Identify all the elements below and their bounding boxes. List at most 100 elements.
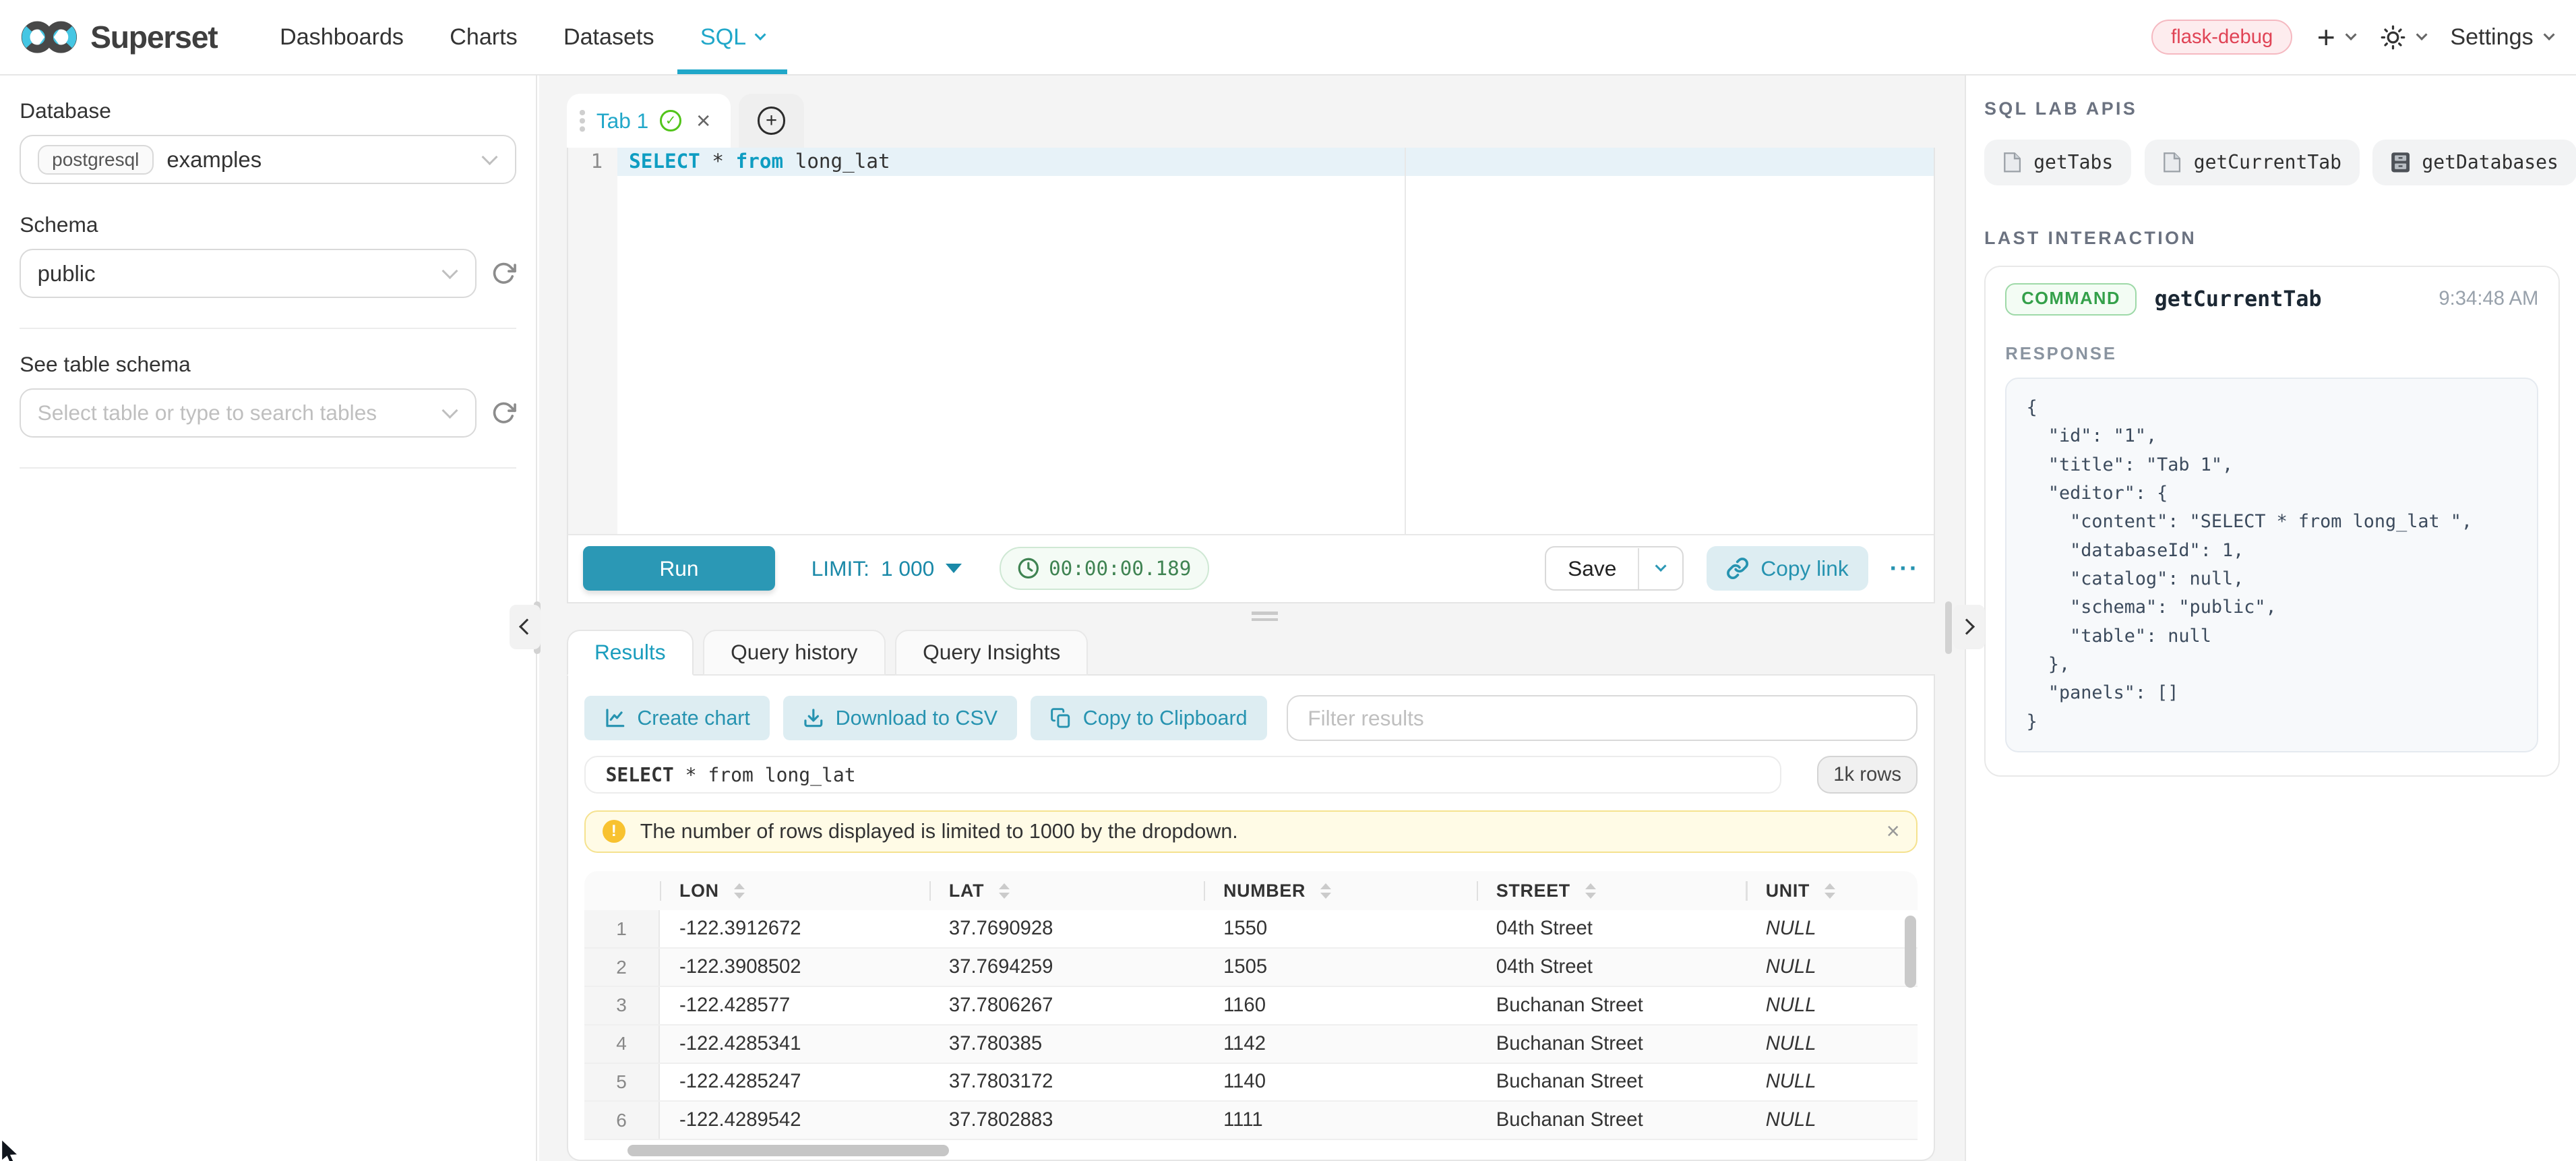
table-row: 1-122.391267237.7690928155004th StreetNU… [584,910,1918,949]
tab-query-history[interactable]: Query history [703,630,885,676]
new-tab-button[interactable]: + [739,94,805,148]
new-item-menu[interactable]: + [2317,22,2355,53]
rightpanel-collapse-button[interactable] [1953,605,1984,649]
tab-query-insights[interactable]: Query Insights [895,630,1088,676]
rightpanel-resize-handle[interactable] [1945,601,1952,654]
horizontal-scrollbar[interactable] [584,1145,1918,1158]
row-number-header [584,871,659,911]
sort-icon[interactable] [999,883,1010,899]
column-header-unit[interactable]: UNIT [1746,871,1918,911]
settings-label: Settings [2450,24,2533,51]
refresh-schemas-icon[interactable] [491,261,516,286]
table-row: 6-122.428954237.78028831111Buchanan Stre… [584,1102,1918,1140]
chevron-right-icon [1959,619,1975,635]
save-split-button[interactable]: Save [1545,546,1683,591]
column-label: STREET [1496,881,1570,901]
column-header-street[interactable]: STREET [1477,871,1746,911]
table-row: 3-122.42857737.78062671160Buchanan Stree… [584,987,1918,1025]
mouse-cursor [0,1139,23,1161]
sidebar-divider [20,467,516,469]
command-timestamp: 9:34:48 AM [2439,288,2538,310]
editor-gutter [568,148,617,534]
table-cell: 37.7694259 [929,949,1204,986]
column-divider [1746,881,1747,901]
sql-text: * [700,150,736,173]
superset-logo[interactable]: Superset [20,18,217,56]
navbar-right: flask-debug + Settings [2151,20,2553,55]
nav-item-dashboards[interactable]: Dashboards [257,0,427,74]
editor-tab-title: Tab 1 [596,109,648,133]
schema-value: public [38,261,96,287]
column-header-lat[interactable]: LAT [929,871,1204,911]
schema-select[interactable]: public [20,249,477,298]
panel-resize-handle[interactable] [1252,612,1278,623]
sql-code-editor[interactable]: 1 SELECT * from long_lat [568,148,1934,534]
more-actions-button[interactable]: ··· [1890,554,1920,583]
editor-print-margin [1405,148,1406,534]
sort-icon[interactable] [734,883,745,899]
nav-item-datasets[interactable]: Datasets [541,0,677,74]
table-select-placeholder: Select table or type to search tables [38,400,377,425]
table-cell: 1160 [1204,987,1477,1024]
api-panel-title: SQL LAB APIS [1984,98,2560,119]
column-header-lon[interactable]: LON [660,871,929,911]
settings-menu[interactable]: Settings [2450,24,2553,51]
table-cell: Buchanan Street [1477,987,1746,1024]
tab-close-icon[interactable]: × [696,107,710,135]
table-schema-label: See table schema [20,352,516,377]
nav-item-charts[interactable]: Charts [427,0,541,74]
last-interaction-card: COMMAND getCurrentTab 9:34:48 AM RESPONS… [1984,266,2560,777]
sql-editor-area: Tab 1 ✓ × + 1 SELECT * from long_lat Run [539,76,1965,1161]
database-select[interactable]: postgresql examples [20,135,516,184]
sort-icon[interactable] [1824,883,1835,899]
sidebar-collapse-button[interactable] [510,605,541,649]
table-cell: 37.7690928 [929,910,1204,947]
get-databases-button[interactable]: getDatabases [2372,140,2576,185]
table-cell: NULL [1746,1102,1918,1139]
column-label: LON [679,881,719,901]
row-limit-warning: ! The number of rows displayed is limite… [584,810,1918,853]
editor-tab[interactable]: Tab 1 ✓ × [567,94,731,148]
table-row: 5-122.428524737.78031721140Buchanan Stre… [584,1064,1918,1102]
theme-menu[interactable] [2380,24,2426,51]
chart-icon [605,707,626,729]
save-options-button[interactable] [1639,564,1682,572]
left-sidebar: Database postgresql examples Schema publ… [0,76,537,1161]
sort-icon[interactable] [1320,883,1331,899]
get-tabs-button[interactable]: getTabs [1984,140,2131,185]
plus-icon: + [2317,22,2335,53]
table-cell: 1142 [1204,1025,1477,1063]
column-header-number[interactable]: NUMBER [1204,871,1477,911]
table-cell: 37.780385 [929,1025,1204,1063]
query-preview: SELECT * from long_lat [584,756,1781,794]
sort-icon[interactable] [1585,883,1596,899]
filter-results-input[interactable] [1287,695,1918,741]
run-query-button[interactable]: Run [583,546,775,591]
get-current-tab-button[interactable]: getCurrentTab [2145,140,2360,185]
copy-link-button[interactable]: Copy link [1707,546,1868,591]
create-chart-button[interactable]: Create chart [584,696,770,740]
sql-keyword: from [736,150,783,173]
table-cell: NULL [1746,949,1918,986]
warning-close-icon[interactable]: × [1887,818,1900,845]
table-row: 2-122.390850237.7694259150504th StreetNU… [584,949,1918,987]
horizontal-scrollbar-thumb[interactable] [627,1145,950,1156]
results-table-body: 1-122.391267237.7690928155004th StreetNU… [584,910,1918,1140]
row-count-badge: 1k rows [1817,756,1918,794]
refresh-tables-icon[interactable] [491,400,516,425]
limit-dropdown[interactable]: LIMIT: 1 000 [811,556,962,581]
vertical-scrollbar[interactable] [1905,916,1916,988]
table-select[interactable]: Select table or type to search tables [20,388,477,438]
copy-clipboard-button[interactable]: Copy to Clipboard [1031,696,1267,740]
save-button[interactable]: Save [1546,556,1638,581]
tab-results[interactable]: Results [567,630,694,676]
editor-card: 1 SELECT * from long_lat Run LIMIT: 1 00… [567,148,1935,603]
chevron-down-icon [481,149,497,165]
last-interaction-title: LAST INTERACTION [1984,228,2560,249]
download-csv-button[interactable]: Download to CSV [783,696,1018,740]
main-nav: Dashboards Charts Datasets SQL [257,0,787,74]
sql-code-line: SELECT * from long_lat [629,148,890,175]
nav-item-sql[interactable]: SQL [677,0,787,74]
results-tabrow: Results Query history Query Insights [567,630,1935,676]
link-icon [1726,557,1749,580]
